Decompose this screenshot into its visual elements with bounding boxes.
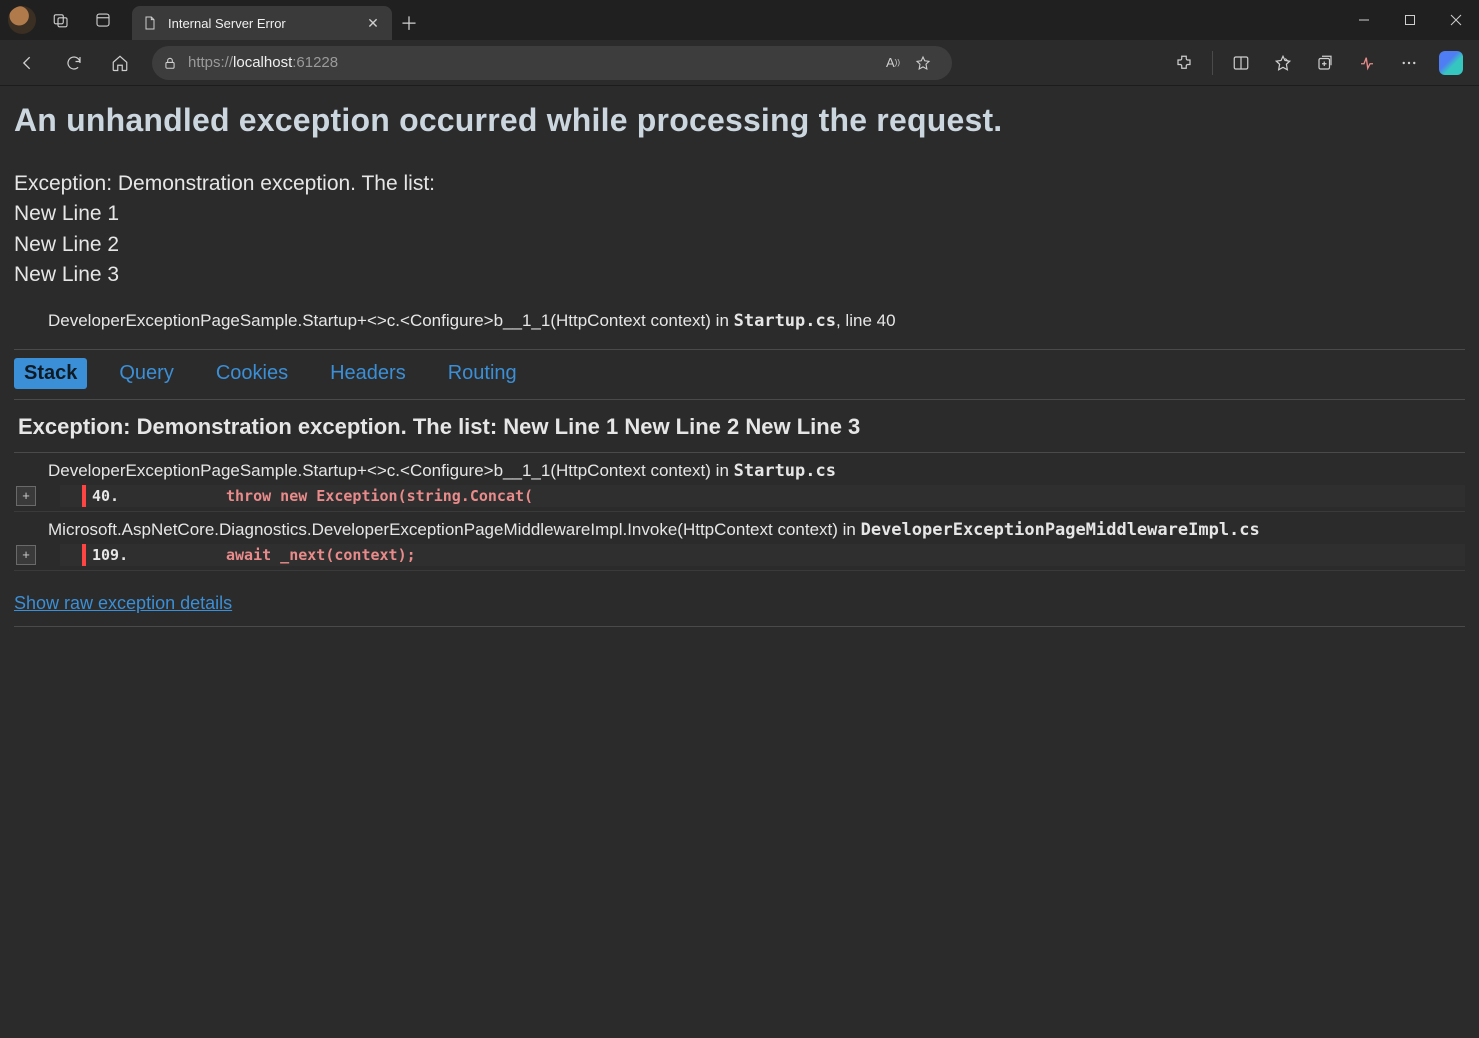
tab-query[interactable]: Query (109, 358, 183, 389)
split-screen-icon[interactable] (1221, 45, 1261, 81)
code-text: throw new Exception(string.Concat( (226, 487, 533, 505)
lock-icon (162, 55, 178, 71)
back-button[interactable] (8, 45, 48, 81)
exception-message: Exception: Demonstration exception. The … (14, 169, 1465, 291)
error-heading: An unhandled exception occurred while pr… (14, 102, 1465, 139)
tabs-divider (14, 399, 1465, 400)
frame-file: DeveloperExceptionPageMiddlewareImpl.cs (861, 520, 1260, 540)
extensions-icon[interactable] (1164, 45, 1204, 81)
read-aloud-icon[interactable]: A)) (880, 50, 906, 76)
error-tabs: Stack Query Cookies Headers Routing (14, 358, 1465, 389)
browser-toolbar: https://localhost:61228 A)) (0, 40, 1479, 86)
stack-panel: Exception: Demonstration exception. The … (14, 408, 1465, 627)
tab-cookies[interactable]: Cookies (206, 358, 298, 389)
performance-icon[interactable] (1347, 45, 1387, 81)
stack-code-row: + 109. await _next(context); (14, 544, 1465, 571)
tab-stack[interactable]: Stack (14, 358, 87, 389)
code-line: 40. throw new Exception(string.Concat( (60, 485, 1465, 507)
window-minimize-button[interactable] (1341, 0, 1387, 40)
tab-routing[interactable]: Routing (438, 358, 527, 389)
frame-file: Startup.cs (734, 461, 836, 481)
close-tab-button[interactable]: ✕ (364, 14, 382, 32)
show-raw-exception-link[interactable]: Show raw exception details (14, 593, 232, 614)
code-line: 109. await _next(context); (60, 544, 1465, 566)
window-titlebar: Internal Server Error ✕ ＋ (0, 0, 1479, 40)
page-content: An unhandled exception occurred while pr… (0, 86, 1479, 1038)
expand-frame-button[interactable]: + (16, 545, 36, 565)
source-file: Startup.cs (734, 311, 836, 331)
error-line-marker (82, 544, 86, 566)
favorites-icon[interactable] (1263, 45, 1303, 81)
tab-title: Internal Server Error (168, 16, 354, 31)
new-tab-button[interactable]: ＋ (392, 6, 426, 40)
expand-frame-button[interactable]: + (16, 486, 36, 506)
stack-frame: Microsoft.AspNetCore.Diagnostics.Develop… (14, 512, 1465, 540)
toolbar-divider (1212, 51, 1213, 75)
document-icon (142, 15, 158, 31)
address-bar[interactable]: https://localhost:61228 A)) (152, 46, 952, 80)
source-method: DeveloperExceptionPageSample.Startup+<>c… (48, 311, 734, 330)
url-text: https://localhost:61228 (188, 54, 338, 71)
window-maximize-button[interactable] (1387, 0, 1433, 40)
favorite-icon[interactable] (910, 50, 936, 76)
more-menu-button[interactable] (1389, 45, 1429, 81)
profile-avatar[interactable] (8, 6, 36, 34)
tab-headers[interactable]: Headers (320, 358, 416, 389)
collections-icon[interactable] (1305, 45, 1345, 81)
refresh-button[interactable] (54, 45, 94, 81)
url-protocol: https:// (188, 54, 233, 71)
tab-actions-icon[interactable] (86, 0, 120, 40)
section-divider (14, 349, 1465, 350)
url-host: localhost (233, 54, 292, 71)
source-location: DeveloperExceptionPageSample.Startup+<>c… (48, 311, 1465, 331)
stack-title: Exception: Demonstration exception. The … (14, 408, 1465, 453)
window-close-button[interactable] (1433, 0, 1479, 40)
url-port: :61228 (292, 54, 338, 71)
home-button[interactable] (100, 45, 140, 81)
stack-code-row: + 40. throw new Exception(string.Concat( (14, 485, 1465, 512)
stack-frame: DeveloperExceptionPageSample.Startup+<>c… (14, 453, 1465, 481)
frame-method: DeveloperExceptionPageSample.Startup+<>c… (48, 461, 734, 480)
titlebar-left (0, 0, 128, 40)
bottom-divider (14, 626, 1465, 627)
code-text: await _next(context); (226, 546, 416, 564)
browser-tab[interactable]: Internal Server Error ✕ (132, 6, 392, 40)
line-number: 40. (92, 487, 146, 505)
error-line-marker (82, 485, 86, 507)
copilot-icon[interactable] (1431, 45, 1471, 81)
workspaces-icon[interactable] (44, 0, 78, 40)
line-number: 109. (92, 546, 146, 564)
frame-method: Microsoft.AspNetCore.Diagnostics.Develop… (48, 520, 861, 539)
window-controls (1341, 0, 1479, 40)
source-line-suffix: , line 40 (836, 311, 896, 330)
